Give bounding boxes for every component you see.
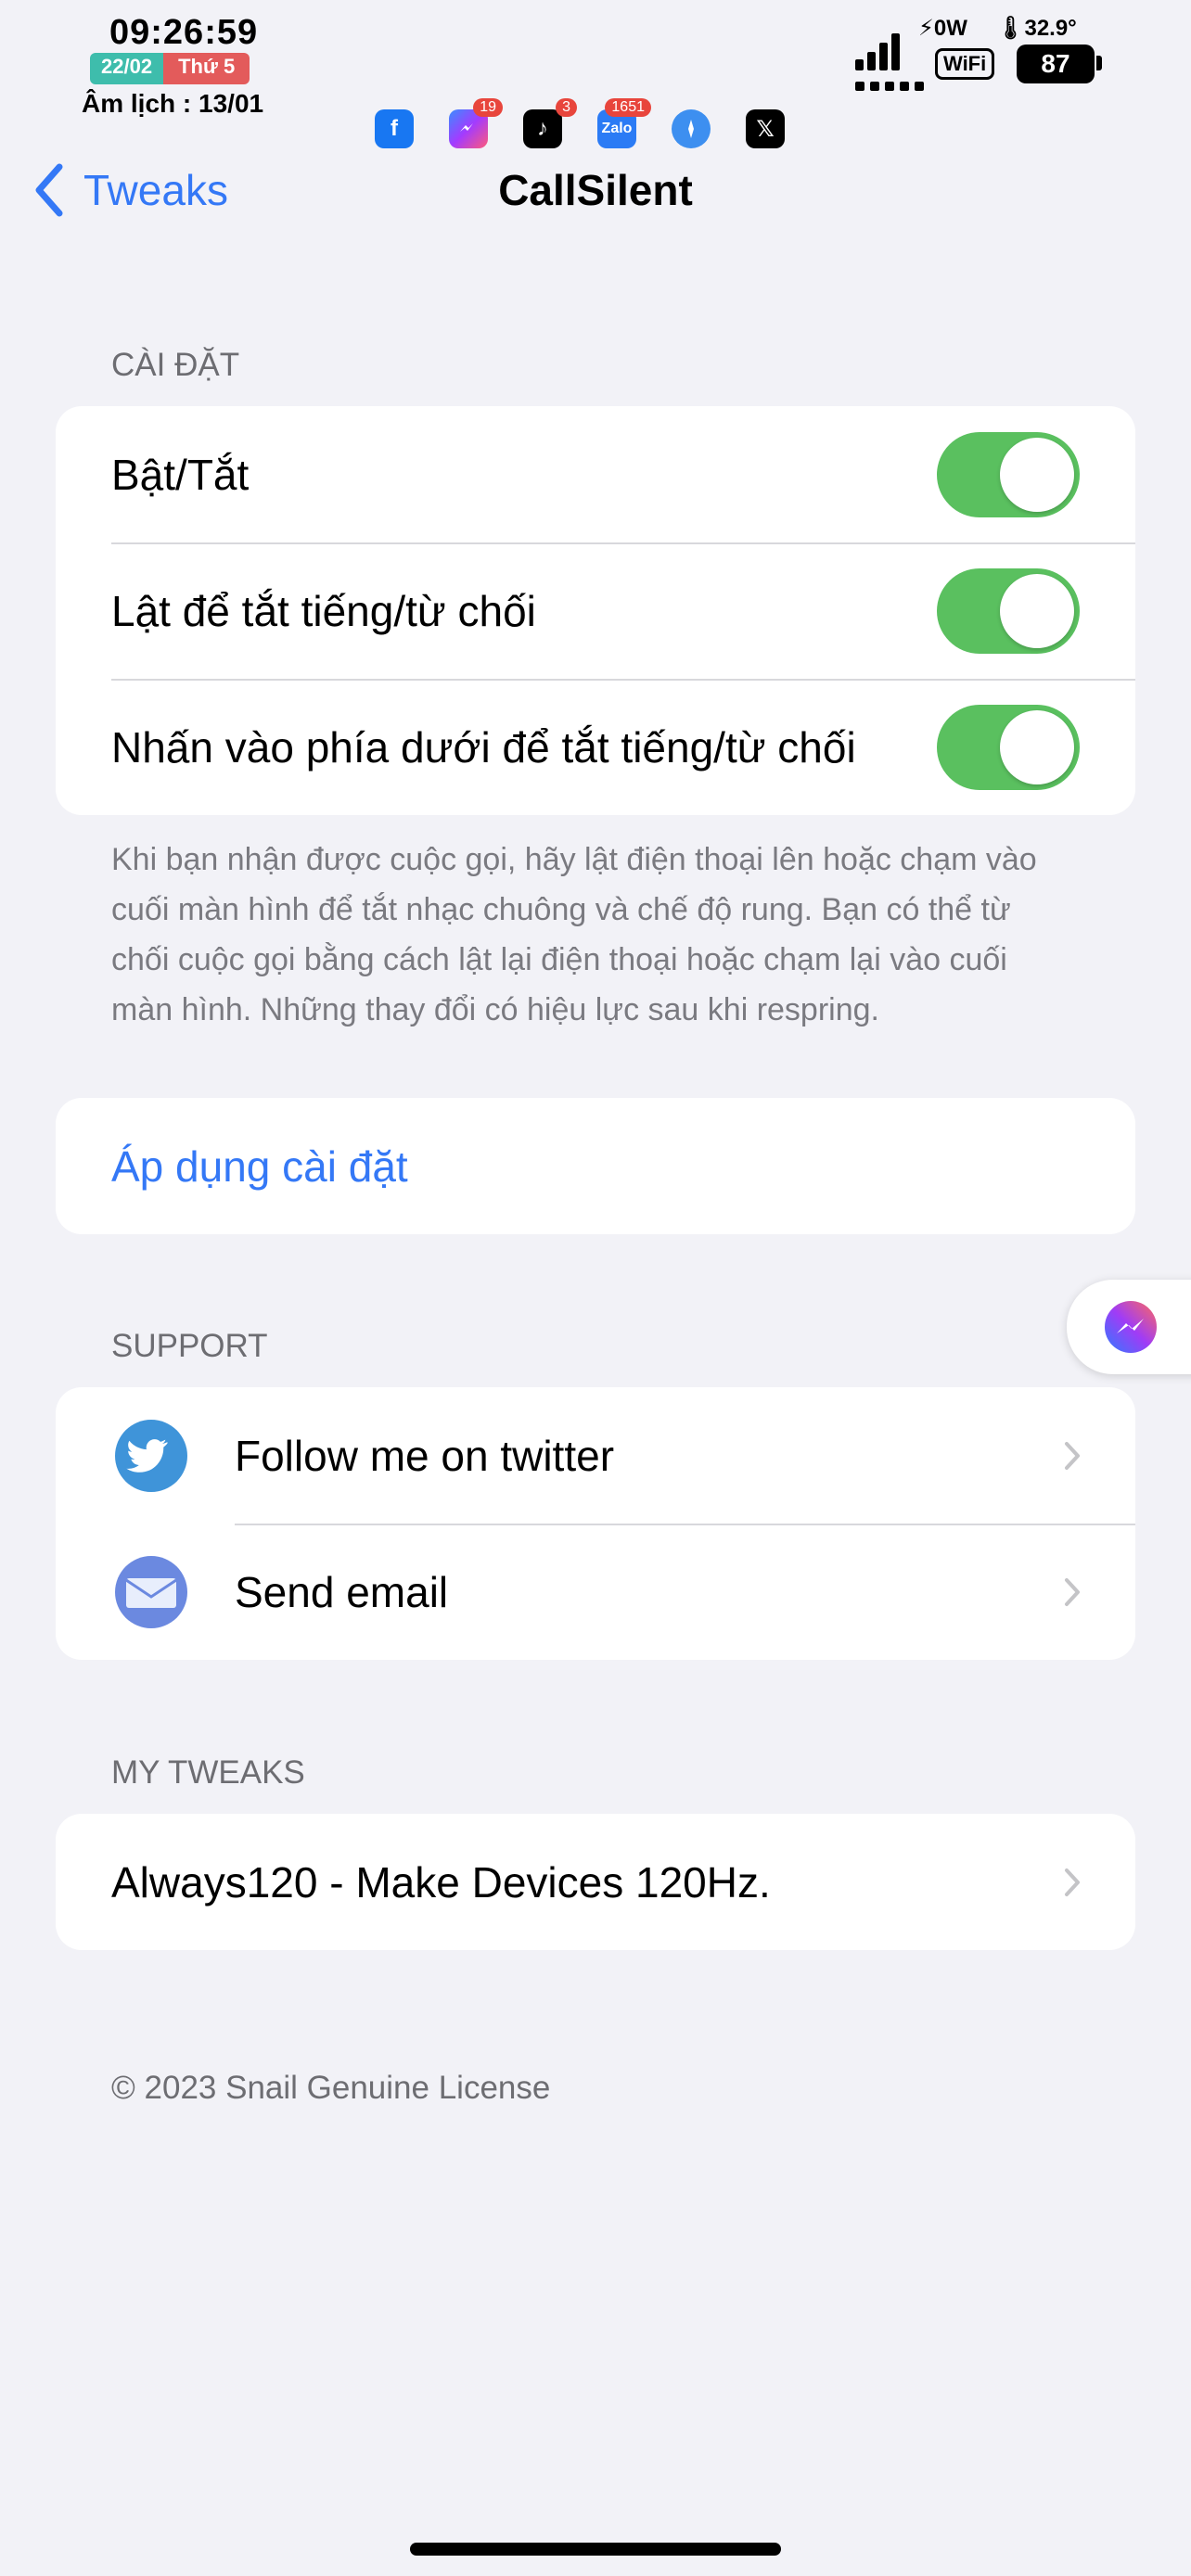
my-tweaks-section-header: MY TWEAKS <box>111 1754 305 1791</box>
zalo-icon[interactable]: Zalo 1651 <box>597 98 651 148</box>
toggle-knob <box>1000 573 1074 648</box>
twitter-icon <box>115 1419 187 1492</box>
date-pill: 22/02 Thứ 5 <box>90 53 250 84</box>
support-card: Follow me on twitter Send email <box>56 1387 1135 1660</box>
floating-messenger-bubble[interactable] <box>1067 1280 1191 1374</box>
tweak-label: Always120 - Make Devices 120Hz. <box>111 1857 771 1906</box>
safari-icon[interactable] <box>672 109 711 148</box>
signal-dots-icon <box>855 82 924 91</box>
tap-bottom-toggle[interactable] <box>937 704 1080 790</box>
apply-label: Áp dụng cài đặt <box>111 1141 408 1191</box>
settings-footer: Khi bạn nhận được cuộc gọi, hãy lật điện… <box>111 842 1037 1027</box>
toggle-row-tap-bottom: Nhấn vào phía dưới để tắt tiếng/từ chối <box>56 679 1135 815</box>
messenger-badge: 19 <box>473 98 503 117</box>
twitter-label: Follow me on twitter <box>235 1431 615 1480</box>
twitter-row[interactable]: Follow me on twitter <box>56 1387 1135 1524</box>
battery-icon: 87 <box>1017 45 1102 83</box>
copyright-text: © 2023 Snail Genuine License <box>111 2070 551 2106</box>
status-weekday: Thứ 5 <box>163 53 250 84</box>
status-date: 22/02 <box>90 53 164 84</box>
settings-section-header: CÀI ĐẶT <box>111 347 240 383</box>
lunar-date: Âm lịch : 13/01 <box>82 89 264 118</box>
tiktok-icon[interactable]: ♪ 3 <box>523 98 577 148</box>
zalo-badge: 1651 <box>605 98 651 117</box>
tiktok-badge: 3 <box>556 98 577 117</box>
toggle-row-enable: Bật/Tắt <box>56 406 1135 542</box>
app-shortcuts: f 19 ♪ 3 Zalo 1651 𝕏 <box>375 98 785 148</box>
wifi-icon: WiFi <box>935 48 995 80</box>
mail-icon <box>115 1555 187 1628</box>
chevron-right-icon <box>1065 1577 1080 1606</box>
chevron-right-icon <box>1065 1868 1080 1896</box>
toggle-knob <box>1000 709 1074 784</box>
toggle-label: Lật để tắt tiếng/từ chối <box>111 586 536 635</box>
my-tweaks-card: Always120 - Make Devices 120Hz. <box>56 1814 1135 1950</box>
facebook-icon[interactable]: f <box>375 109 414 148</box>
support-section-header: SUPPORT <box>111 1328 268 1364</box>
email-row[interactable]: Send email <box>56 1524 1135 1660</box>
power-readout: ⚡0W <box>918 16 967 41</box>
page-title: CallSilent <box>498 166 693 214</box>
flip-toggle[interactable] <box>937 567 1080 654</box>
toggle-row-flip: Lật để tắt tiếng/từ chối <box>56 542 1135 679</box>
tweak-row-always120[interactable]: Always120 - Make Devices 120Hz. <box>56 1814 1135 1950</box>
battery-level: 87 <box>1041 49 1070 78</box>
email-label: Send email <box>235 1567 449 1616</box>
toggle-label: Bật/Tắt <box>111 450 250 499</box>
toggle-knob <box>1000 437 1074 512</box>
status-bar: 09:26:59 22/02 Thứ 5 Âm lịch : 13/01 f 1… <box>0 0 1191 148</box>
home-indicator[interactable] <box>410 2543 781 2556</box>
messenger-icon <box>1100 1296 1161 1358</box>
signal-icon <box>855 33 900 70</box>
enable-toggle[interactable] <box>937 431 1080 517</box>
chevron-right-icon <box>1065 1441 1080 1470</box>
status-time: 09:26:59 <box>109 13 259 52</box>
x-icon[interactable]: 𝕏 <box>746 109 785 148</box>
toggle-label: Nhấn vào phía dưới để tắt tiếng/từ chối <box>111 722 856 772</box>
messenger-icon[interactable]: 19 <box>449 98 503 148</box>
temperature-readout: 🌡32.9° <box>996 16 1077 41</box>
settings-card: Bật/Tắt Lật để tắt tiếng/từ chối Nhấn và… <box>56 406 1135 815</box>
apply-card: Áp dụng cài đặt <box>56 1098 1135 1234</box>
apply-button[interactable]: Áp dụng cài đặt <box>56 1098 1135 1234</box>
